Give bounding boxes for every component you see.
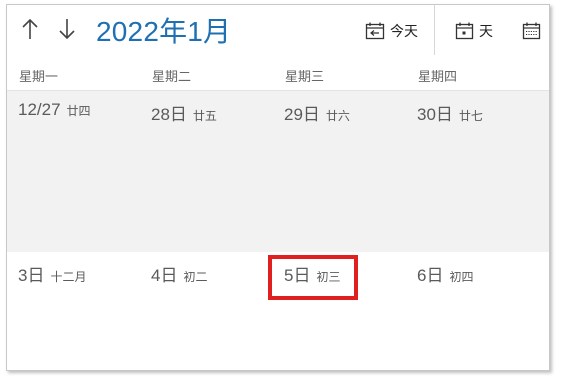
day-number: 4日 — [151, 266, 178, 285]
day-number: 29日 — [284, 105, 320, 124]
day-view-button[interactable]: 天 — [455, 19, 493, 43]
day-number: 30日 — [417, 105, 453, 124]
calendar-today-icon — [365, 22, 385, 40]
day-number: 3日 — [18, 266, 45, 285]
weekday-wednesday: 星期三 — [285, 69, 325, 84]
lunar-date: 廿五 — [192, 109, 217, 123]
day-cell[interactable]: 6日 初四 — [417, 261, 473, 286]
day-number: 28日 — [151, 105, 187, 124]
lunar-date: 初四 — [449, 270, 474, 284]
previous-month-button[interactable] — [17, 13, 43, 45]
calendar-window: 2022年1月 今天 天 星期一 星期二 星期三 星期四 12/27 廿四 28… — [6, 4, 550, 371]
lunar-date: 初三 — [316, 270, 341, 284]
lunar-date: 廿四 — [66, 104, 91, 118]
calendar-month-icon — [522, 22, 541, 40]
day-cell[interactable]: 30日 廿七 — [417, 100, 483, 125]
weekday-monday: 星期一 — [19, 69, 59, 84]
weekday-thursday: 星期四 — [418, 69, 458, 84]
up-arrow-icon — [22, 18, 38, 39]
weekday-header: 星期一 星期二 星期三 星期四 — [7, 62, 549, 88]
lunar-date: 廿六 — [325, 109, 350, 123]
day-view-label: 天 — [479, 23, 493, 39]
day-cell[interactable]: 3日 十二月 — [18, 261, 86, 286]
day-number: 12/27 — [18, 100, 61, 119]
week-row: 12/27 廿四 28日 廿五 29日 廿六 30日 廿七 — [7, 90, 549, 253]
day-number: 5日 — [284, 266, 311, 285]
day-cell-highlighted[interactable]: 5日 初三 — [284, 261, 340, 286]
month-title[interactable]: 2022年1月 — [96, 10, 231, 50]
lunar-date: 廿七 — [458, 109, 483, 123]
day-cell[interactable]: 12/27 廿四 — [18, 100, 91, 120]
today-button[interactable]: 今天 — [365, 19, 418, 43]
lunar-date: 十二月 — [50, 270, 87, 284]
weekday-tuesday: 星期二 — [152, 69, 192, 84]
day-cell[interactable]: 4日 初二 — [151, 261, 207, 286]
toolbar-divider — [434, 5, 435, 55]
calendar-toolbar: 2022年1月 今天 天 — [7, 5, 549, 55]
lunar-date: 初二 — [183, 270, 208, 284]
day-cell[interactable]: 28日 廿五 — [151, 100, 217, 125]
day-number: 6日 — [417, 266, 444, 285]
down-arrow-icon — [59, 19, 75, 40]
day-cell[interactable]: 29日 廿六 — [284, 100, 350, 125]
next-month-button[interactable] — [54, 13, 80, 45]
week-row: 3日 十二月 4日 初二 5日 初三 6日 初四 — [7, 252, 549, 370]
month-view-button[interactable] — [522, 19, 546, 43]
today-label: 今天 — [390, 23, 418, 39]
calendar-day-icon — [455, 22, 474, 40]
